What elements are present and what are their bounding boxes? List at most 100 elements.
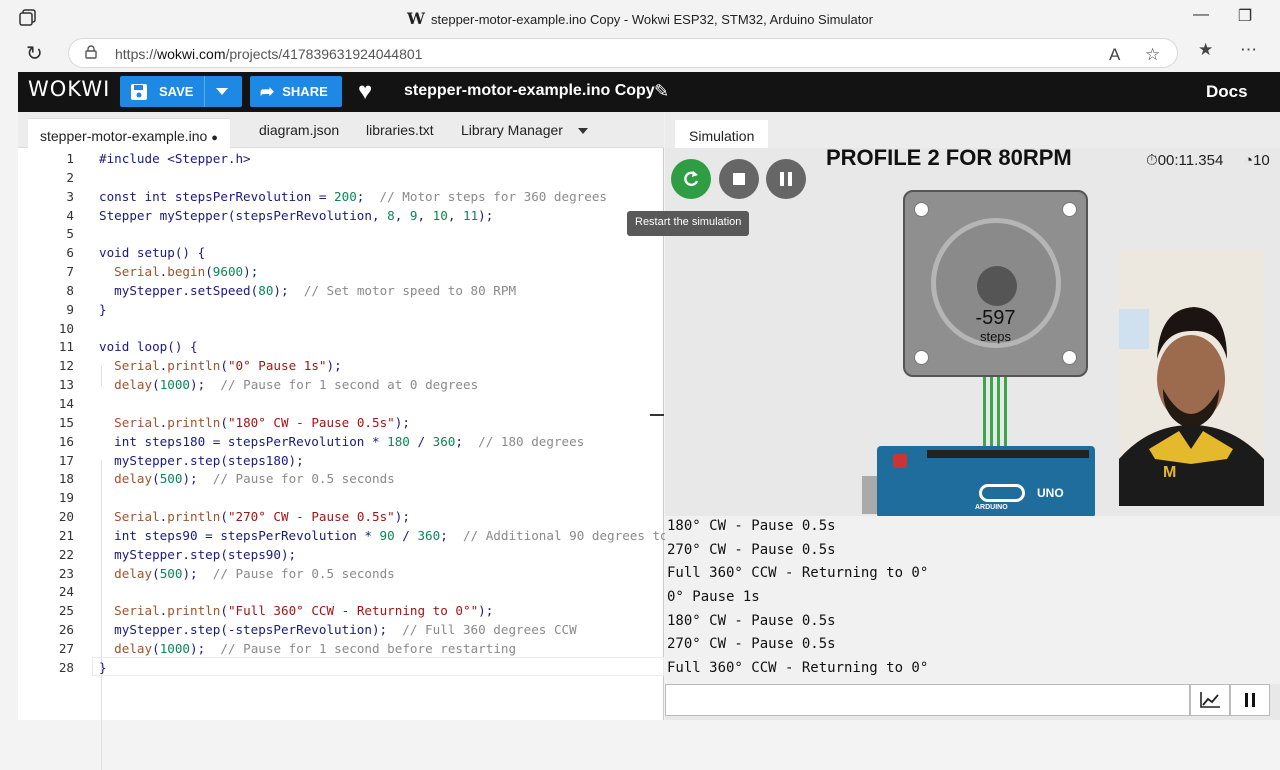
- heart-icon[interactable]: ♥: [358, 78, 372, 106]
- arduino-uno-board[interactable]: UNO ARDUINO: [877, 446, 1095, 518]
- serial-line: 0° Pause 1s: [667, 589, 760, 605]
- stepper-motor[interactable]: -597 steps: [903, 190, 1088, 377]
- code-line: 5: [66, 226, 74, 242]
- code-line: 10: [58, 320, 74, 336]
- tab-sketch[interactable]: stepper-motor-example.ino ●: [28, 118, 230, 149]
- browser-titlebar: Wstepper-motor-example.ino Copy - Wokwi …: [0, 0, 1280, 34]
- wire[interactable]: [1004, 377, 1007, 449]
- reset-button[interactable]: [893, 454, 907, 468]
- code-line: 4 Stepper myStepper(stepsPerRevolution, 8…: [66, 207, 494, 223]
- code-line: 13 delay(1000); // Pause for 1 second at…: [58, 377, 479, 393]
- tabs-menu-icon[interactable]: [578, 128, 588, 134]
- motor-steps-label: steps: [979, 329, 1012, 344]
- read-aloud-icon[interactable]: A: [1109, 45, 1120, 65]
- lock-icon: [85, 45, 97, 59]
- code-line: 6 void setup() {: [66, 245, 206, 261]
- url-prefix: https://: [115, 46, 158, 62]
- code-line: 12 Serial.println("0° Pause 1s");: [58, 358, 342, 374]
- pin-header: [927, 450, 1089, 458]
- pause-icon: [1245, 693, 1255, 707]
- code-line: 28}: [58, 659, 107, 675]
- wokwi-favicon: W: [407, 9, 425, 28]
- code-line: 16 int steps180 = stepsPerRevolution * 1…: [58, 433, 585, 449]
- motor-shaft: [977, 266, 1017, 306]
- code-line: 1 #include <Stepper.h>: [66, 151, 251, 166]
- code-line: 7 Serial.begin(9600);: [66, 264, 259, 280]
- restart-tooltip: Restart the simulation: [627, 211, 750, 236]
- board-brand: ARDUINO: [975, 504, 1008, 511]
- wokwi-logo[interactable]: WOKWI: [28, 77, 110, 101]
- serial-input[interactable]: [665, 684, 1190, 716]
- minimize-icon[interactable]: —: [1186, 6, 1216, 24]
- tab-diagram[interactable]: diagram.json: [259, 122, 339, 138]
- serial-line: 270° CW - Pause 0.5s: [667, 636, 836, 652]
- speedometer-icon: ◔: [1244, 152, 1254, 169]
- sim-timer: ⏱00:11.354: [1146, 152, 1223, 169]
- code-line: 19: [58, 490, 74, 506]
- presenter-image: M: [1119, 249, 1264, 506]
- wire[interactable]: [997, 377, 1000, 449]
- more-menu-icon[interactable]: ⋯: [1240, 40, 1257, 60]
- speed-value: 10: [1253, 152, 1270, 169]
- arduino-logo: [979, 484, 1025, 502]
- serial-line: Full 360° CCW - Returning to 0°: [667, 660, 929, 676]
- code-line: 23 delay(500); // Pause for 0.5 seconds: [58, 565, 395, 581]
- stop-button[interactable]: [719, 159, 759, 199]
- code-line: 11 void loop() {: [58, 339, 198, 355]
- code-line: 27 delay(1000); // Pause for 1 second be…: [58, 640, 517, 656]
- simulation-tabbar: Simulation: [665, 112, 1280, 148]
- url-field[interactable]: https://wokwi.com/projects/4178396319240…: [68, 38, 1178, 68]
- code-line: 22 myStepper.step(steps90);: [58, 546, 297, 562]
- tab-simulation[interactable]: Simulation: [675, 120, 769, 148]
- wokwi-toolbar: WOKWI SAVE ➦ SHARE ♥ stepper-motor-examp…: [18, 72, 1280, 112]
- pencil-icon[interactable]: ✎: [654, 81, 669, 102]
- code-line: 25 Serial.println("Full 360° CCW - Retur…: [58, 603, 494, 619]
- serial-line: Full 360° CCW - Returning to 0°: [667, 565, 929, 581]
- save-divider: [204, 76, 205, 107]
- favorites-icon[interactable]: ★: [1198, 40, 1213, 60]
- code-lines[interactable]: 1 #include <Stepper.h> 2 3 const int steps…: [18, 150, 668, 678]
- tab-libraries[interactable]: libraries.txt: [366, 122, 434, 138]
- code-line: 9}: [66, 301, 107, 317]
- stopwatch-icon: ⏱: [1146, 152, 1158, 169]
- code-line: 24: [58, 584, 74, 600]
- serial-pause-button[interactable]: [1230, 684, 1270, 716]
- mount-hole: [914, 202, 929, 217]
- tab-library-manager[interactable]: Library Manager: [461, 122, 563, 138]
- pause-button[interactable]: [766, 159, 806, 199]
- code-line: 20 Serial.println("270° CW - Pause 0.5s"…: [58, 509, 410, 525]
- code-line: 26 myStepper.step(-stepsPerRevolution); …: [58, 622, 577, 638]
- url-host: wokwi.com: [157, 46, 226, 62]
- mount-hole: [1062, 350, 1077, 365]
- share-button[interactable]: ➦ SHARE: [250, 76, 342, 107]
- maximize-icon[interactable]: ❐: [1230, 6, 1260, 26]
- save-dropdown-icon[interactable]: [216, 88, 228, 95]
- plotter-button[interactable]: [1190, 684, 1230, 716]
- favorite-star-icon[interactable]: ☆: [1145, 45, 1160, 65]
- address-bar: ↻ https://wokwi.com/projects/41783963192…: [0, 34, 1280, 70]
- reload-icon[interactable]: ↻: [26, 41, 43, 66]
- wire[interactable]: [983, 377, 986, 449]
- save-label: SAVE: [159, 84, 194, 99]
- modified-dot: ●: [211, 132, 218, 144]
- project-title[interactable]: stepper-motor-example.ino Copy: [404, 82, 655, 100]
- docs-link[interactable]: Docs: [1206, 82, 1248, 102]
- window-title-text: stepper-motor-example.ino Copy - Wokwi E…: [431, 12, 873, 27]
- mount-hole: [914, 350, 929, 365]
- pause-icon: [780, 172, 792, 186]
- serial-line: 180° CW - Pause 0.5s: [667, 613, 836, 629]
- url-text: https://wokwi.com/projects/4178396319240…: [115, 46, 422, 62]
- restart-button[interactable]: [671, 159, 711, 199]
- stop-icon: [733, 173, 745, 185]
- serial-line: 270° CW - Pause 0.5s: [667, 542, 836, 558]
- save-button[interactable]: SAVE: [120, 76, 242, 107]
- editor-tabs: stepper-motor-example.ino ● diagram.json…: [18, 112, 664, 149]
- motor-steps-value: -597: [975, 307, 1016, 329]
- profile-overlay-title: PROFILE 2 FOR 80RPM: [826, 145, 1072, 170]
- serial-monitor[interactable]: 180° CW - Pause 0.5s 270° CW - Pause 0.5…: [665, 516, 1280, 684]
- code-line: 2: [66, 169, 74, 185]
- svg-text:M: M: [1163, 464, 1176, 481]
- code-line: 3 const int stepsPerRevolution = 200; // …: [66, 188, 608, 204]
- wire[interactable]: [990, 377, 993, 449]
- tab-sketch-label: stepper-motor-example.ino: [40, 128, 208, 144]
